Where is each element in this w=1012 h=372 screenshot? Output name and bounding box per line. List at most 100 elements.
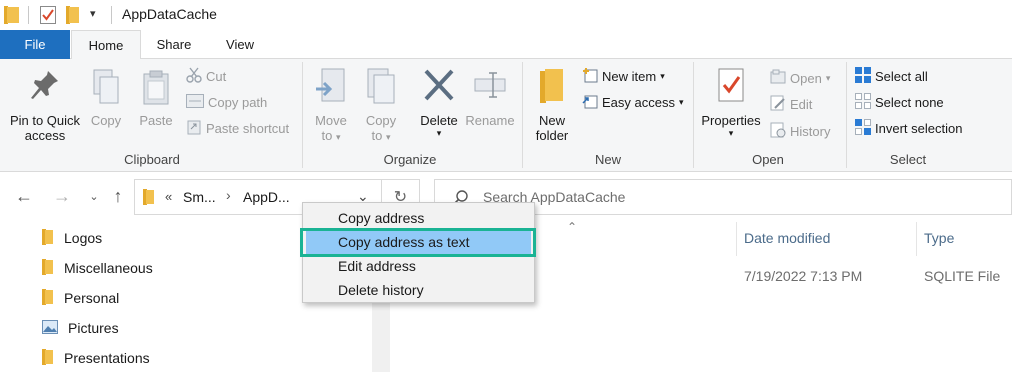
- delete-label: Delete: [420, 113, 458, 128]
- select-all-button[interactable]: Select all: [855, 65, 928, 87]
- delete-dropdown-icon: ▾: [436, 128, 442, 138]
- copy-label: Copy: [90, 113, 122, 128]
- up-arrow-icon[interactable]: ↑: [106, 186, 130, 207]
- breadcrumb-overflow[interactable]: «: [165, 189, 172, 204]
- paste-shortcut-icon: [186, 119, 202, 138]
- invert-selection-icon: [855, 118, 871, 138]
- tab-file[interactable]: File: [0, 30, 70, 59]
- easy-access-button[interactable]: Easy access ▾: [582, 91, 684, 113]
- file-date-modified[interactable]: 7/19/2022 7:13 PM: [744, 268, 862, 284]
- new-item-label: New item: [602, 68, 657, 84]
- menu-item-copy-address[interactable]: Copy address: [306, 207, 531, 230]
- select-none-button[interactable]: Select none: [855, 91, 944, 113]
- menu-item-delete-history[interactable]: Delete history: [306, 279, 531, 302]
- pin-icon: [4, 69, 86, 107]
- tab-share[interactable]: Share: [142, 30, 206, 59]
- rename-label: Rename: [465, 113, 515, 128]
- new-folder-label-line1: New: [538, 113, 565, 128]
- copy-path-icon: [186, 93, 204, 111]
- nav-item-logos[interactable]: Logos: [42, 227, 102, 249]
- nav-item-label: Miscellaneous: [64, 260, 153, 276]
- folder-icon: [143, 189, 155, 208]
- select-all-label: Select all: [875, 68, 928, 84]
- easy-access-label: Easy access: [602, 94, 675, 110]
- clipboard-group-label: Clipboard: [124, 152, 180, 167]
- delete-x-icon: [414, 67, 464, 109]
- new-folder-label-line2: folder: [535, 128, 569, 143]
- new-folder-qa-icon[interactable]: [66, 6, 80, 27]
- nav-item-label: Presentations: [64, 350, 150, 366]
- menu-item-edit-address[interactable]: Edit address: [306, 255, 531, 278]
- paste-shortcut-button[interactable]: Paste shortcut: [186, 117, 289, 139]
- paste-button[interactable]: Paste: [134, 69, 178, 128]
- invert-selection-button[interactable]: Invert selection: [855, 117, 962, 139]
- properties-button[interactable]: Properties ▾: [698, 67, 764, 139]
- new-folder-button[interactable]: New folder: [528, 67, 576, 143]
- move-to-button[interactable]: Move to ▾: [308, 67, 354, 143]
- ribbon: Pin to Quick access Copy Paste Cut Copy …: [0, 59, 1012, 172]
- nav-item-miscellaneous[interactable]: Miscellaneous: [42, 257, 153, 279]
- copy-path-button[interactable]: Copy path: [186, 91, 267, 113]
- new-group-label: New: [594, 152, 621, 167]
- scissors-icon: [186, 67, 202, 86]
- organize-group-label: Organize: [383, 152, 437, 167]
- open-label: Open: [790, 70, 822, 86]
- customize-qa-dropdown-icon[interactable]: ▾: [90, 7, 96, 20]
- copy-to-label-line1: Copy: [365, 113, 397, 128]
- new-item-dropdown-icon: ▾: [660, 70, 665, 81]
- select-none-label: Select none: [875, 94, 944, 110]
- folder-icon: [42, 288, 54, 308]
- paste-icon: [134, 69, 178, 113]
- cut-button[interactable]: Cut: [186, 65, 226, 87]
- pin-to-quick-access-button[interactable]: Pin to Quick access: [4, 69, 86, 143]
- column-header-date-modified[interactable]: Date modified: [744, 230, 830, 246]
- column-header-type[interactable]: Type: [924, 230, 954, 246]
- properties-qa-icon[interactable]: [40, 6, 56, 27]
- folder-icon: [42, 348, 54, 368]
- select-all-icon: [855, 66, 871, 86]
- move-to-icon: [308, 67, 354, 109]
- column-divider[interactable]: [916, 222, 917, 256]
- new-item-button[interactable]: New item ▾: [582, 65, 665, 87]
- highlight-annotation-box: [300, 228, 536, 257]
- forward-arrow-icon[interactable]: →: [50, 186, 74, 207]
- pictures-folder-icon: [42, 319, 58, 337]
- title-divider: [111, 6, 112, 24]
- select-group-label: Select: [889, 152, 927, 167]
- delete-button[interactable]: Delete ▾: [414, 67, 464, 139]
- nav-item-pictures[interactable]: Pictures: [42, 317, 119, 339]
- copy-icon: [86, 69, 126, 113]
- tab-home[interactable]: Home: [71, 30, 141, 60]
- column-divider[interactable]: [736, 222, 737, 256]
- breadcrumb-separator-icon[interactable]: ›: [226, 187, 231, 203]
- nav-item-label: Personal: [64, 290, 120, 306]
- easy-access-icon: [582, 93, 598, 112]
- file-type[interactable]: SQLITE File: [924, 268, 1000, 284]
- history-button[interactable]: History: [770, 120, 830, 142]
- group-divider: [302, 62, 303, 168]
- copy-button[interactable]: Copy: [86, 69, 126, 128]
- copy-to-button[interactable]: Copy to ▾: [358, 67, 404, 143]
- open-button[interactable]: Open ▾: [770, 67, 830, 89]
- tab-view[interactable]: View: [208, 30, 272, 59]
- paste-label: Paste: [139, 113, 173, 128]
- edit-button[interactable]: Edit: [770, 93, 812, 115]
- edit-pencil-icon: [770, 95, 786, 114]
- back-arrow-icon[interactable]: ←: [12, 186, 36, 207]
- invert-selection-label: Invert selection: [875, 120, 963, 136]
- copy-path-label: Copy path: [208, 94, 268, 110]
- title-bar: ▾ AppDataCache: [0, 0, 1012, 30]
- history-label: History: [790, 123, 831, 139]
- new-item-icon: [582, 67, 598, 86]
- recent-locations-chevron-icon[interactable]: ⌄: [82, 190, 106, 203]
- breadcrumb-item[interactable]: Sm...: [183, 189, 216, 205]
- nav-item-presentations[interactable]: Presentations: [42, 347, 150, 369]
- copy-to-label-line2: to ▾: [371, 128, 391, 143]
- edit-label: Edit: [790, 96, 813, 112]
- nav-item-personal[interactable]: Personal: [42, 287, 119, 309]
- breadcrumb-item-current[interactable]: AppD...: [243, 189, 290, 205]
- rename-button[interactable]: Rename: [464, 67, 516, 128]
- select-none-icon: [855, 92, 871, 112]
- cut-label: Cut: [206, 68, 227, 84]
- properties-dropdown-icon: ▾: [728, 128, 734, 138]
